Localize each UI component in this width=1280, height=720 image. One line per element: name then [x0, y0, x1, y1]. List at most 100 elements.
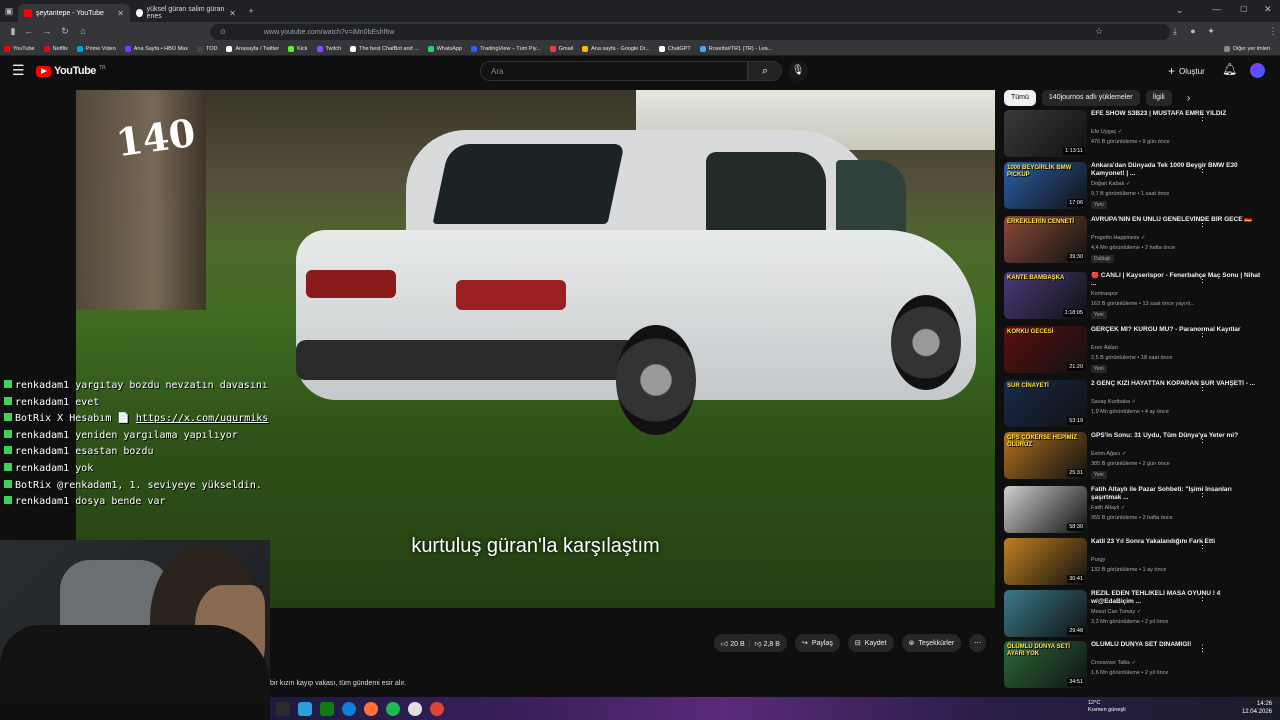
close-tab-icon[interactable]: ✕ — [117, 9, 124, 18]
bookmark-twitter[interactable]: Anasayfa / Twitter — [226, 45, 279, 52]
bookmark-rosetta[interactable]: Rosetta#TR1 (TR) - Lea... — [699, 45, 772, 52]
more-options-icon[interactable]: ⋮ — [1198, 643, 1207, 654]
bookmark-hbo[interactable]: Ana Sayfa • HBO Max — [124, 45, 188, 52]
more-options-icon[interactable]: ⋮ — [1198, 592, 1207, 603]
video-thumbnail[interactable]: KORKU GECESİ 21:20 — [1004, 326, 1087, 373]
obs-icon[interactable] — [408, 701, 422, 716]
more-options-icon[interactable]: ⋮ — [1198, 434, 1207, 445]
start-icon[interactable] — [276, 701, 290, 716]
more-options-icon[interactable]: ⋮ — [1198, 382, 1207, 393]
more-options-icon[interactable]: ⋮ — [1198, 328, 1207, 339]
channel-name[interactable]: Fatih Altaylı ✓ — [1091, 505, 1126, 511]
video-description[interactable]: bir kızın kayıp vakası, tüm gündemi esir… — [270, 680, 406, 687]
tab-search-chevron-icon[interactable]: ⌄ — [1176, 5, 1184, 16]
channel-name[interactable]: Eren Aktan — [1091, 345, 1118, 351]
more-options-icon[interactable]: ⋮ — [1198, 112, 1207, 123]
channel-name[interactable]: Evrim Ağacı ✓ — [1091, 451, 1126, 457]
video-title[interactable]: EFE SHOW S3B23 | MUSTAFA EMRE YILDIZ — [1091, 110, 1261, 118]
video-thumbnail[interactable]: 1000 BEYGİRLİK BMW PICKUP 17:06 — [1004, 162, 1087, 209]
bookmark-tradingview[interactable]: TradingView – Tüm Piy... — [471, 45, 541, 52]
address-bar[interactable]: ⊙ www.youtube.com/watch?v=iMn0bEshf6w — [210, 24, 1170, 40]
recommendation-item[interactable]: KANTE BAMBAŞKA 1:18:05 🔴 CANLI | Kayserisp… — [1004, 272, 1274, 322]
recommendation-item[interactable]: KORKU GECESİ 21:20 GERÇEK Mİ? KURGU MU? - … — [1004, 326, 1274, 376]
hamburger-menu-icon[interactable]: ☰ — [12, 62, 25, 79]
bookmark-youtube[interactable]: YouTube — [4, 45, 35, 52]
tab-youtube[interactable]: şeytantepe - YouTube ✕ — [18, 4, 130, 22]
video-thumbnail[interactable]: 1:13:11 — [1004, 110, 1087, 157]
channel-name[interactable]: Mesut Can Tomay ✓ — [1091, 609, 1141, 615]
bookmark-prime[interactable]: Prime Video — [76, 45, 116, 52]
chevron-right-icon[interactable]: › — [1187, 93, 1190, 104]
create-button[interactable]: + Oluştur — [1168, 64, 1205, 78]
voice-search-button[interactable]: 🎙 — [788, 61, 808, 81]
bookmark-drive[interactable]: Ana sayfa - Google Dr... — [582, 45, 650, 52]
video-title[interactable]: GPS'in Sonu: 31 Uydu, Tüm Dünya'ya Yeter… — [1091, 432, 1261, 440]
channel-name[interactable]: Efe Uygaç ✓ — [1091, 129, 1123, 135]
bookmark-star-icon[interactable]: ☆ — [1090, 26, 1108, 37]
recommendation-item[interactable]: GPS ÇÖKERSE HEPİMİZ ÖLÜRÜZ 25:31 GPS'in So… — [1004, 432, 1274, 482]
chip-all[interactable]: Tümü — [1004, 90, 1036, 106]
channel-name[interactable]: Savaş Kurtbaba ✓ — [1091, 399, 1136, 405]
more-options-icon[interactable]: ⋮ — [1198, 540, 1207, 551]
bookmark-chatgpt[interactable]: ChatGPT — [658, 45, 691, 52]
forward-icon[interactable]: → — [38, 26, 56, 36]
channel-name[interactable]: Purgy — [1091, 557, 1105, 563]
video-thumbnail[interactable]: 58:30 — [1004, 486, 1087, 533]
video-thumbnail[interactable]: ÖLÜMLÜ DÜNYA SETİ AYARI YOK 34:51 — [1004, 641, 1087, 688]
recommendation-item[interactable]: 29:48 REZİL EDEN TEHLİKELİ MASA OYUNU ! 4… — [1004, 590, 1274, 640]
new-tab-button[interactable]: + — [242, 6, 260, 16]
share-button[interactable]: ↪ Paylaş — [794, 634, 840, 652]
edge-icon[interactable] — [342, 701, 356, 716]
avatar[interactable] — [1250, 63, 1265, 78]
xbox-icon[interactable] — [320, 701, 334, 716]
video-title[interactable]: AVRUPA'NIN EN ÜNLÜ GENELEVİNDE BİR GECE … — [1091, 216, 1261, 224]
more-options-icon[interactable]: ⋮ — [1198, 218, 1207, 229]
bookmark-chatbot[interactable]: The best ChatBot and ... — [350, 45, 419, 52]
tab-search[interactable]: yüksel güran salim güran enes ✕ — [130, 4, 242, 22]
channel-name[interactable]: Doğan Kabak ✓ — [1091, 181, 1130, 187]
video-title[interactable]: Ankara'dan Dünyada Tek 1000 Beygir BMW E… — [1091, 162, 1261, 178]
video-title[interactable]: ÖLÜMLÜ DÜNYA SET DİNAMİĞİ! — [1091, 641, 1261, 649]
bookmark-tod[interactable]: TOD — [196, 45, 217, 52]
video-title[interactable]: Fatih Altaylı ile Pazar Sohbeti: "İşimi … — [1091, 486, 1261, 502]
video-title[interactable]: Katil 23 Yıl Sonra Yakalandığını Fark Et… — [1091, 538, 1261, 546]
dislike-button[interactable]: 👎︎ 2,8 B — [755, 639, 780, 648]
channel-name[interactable]: Progetto Happiness ✓ — [1091, 235, 1145, 241]
home-icon[interactable]: ⌂ — [74, 26, 92, 36]
site-info-icon[interactable]: ⊙ — [220, 28, 226, 36]
video-thumbnail[interactable]: SUR CİNAYETİ 53:19 — [1004, 380, 1087, 427]
bookmark-whatsapp[interactable]: WhatsApp — [427, 45, 462, 52]
search-input[interactable]: Ara — [480, 61, 748, 81]
bookmark-netflix[interactable]: Netflix — [43, 45, 68, 52]
video-thumbnail[interactable]: 30:41 — [1004, 538, 1087, 585]
download-icon[interactable]: ⤓ — [1166, 26, 1184, 37]
tab-menu-icon[interactable]: ▣ — [0, 6, 18, 17]
video-player[interactable]: 140 kurtuluş güran'la karşılaştım — [76, 90, 995, 608]
chip-channel-uploads[interactable]: 140journos adlı yüklemeler — [1041, 90, 1140, 106]
maximize-icon[interactable]: ▢ — [1240, 4, 1248, 13]
like-button[interactable]: 👍︎ 20 B — [721, 639, 745, 648]
video-thumbnail[interactable]: 29:48 — [1004, 590, 1087, 637]
channel-name[interactable]: Kontraspor — [1091, 291, 1118, 297]
more-actions-button[interactable]: ⋯ — [969, 634, 987, 652]
youtube-logo[interactable]: YouTube TR — [36, 65, 106, 77]
search-button[interactable]: ⌕ — [748, 61, 782, 81]
more-options-icon[interactable]: ⋮ — [1198, 274, 1207, 285]
more-options-icon[interactable]: ⋮ — [1198, 164, 1207, 175]
minimize-icon[interactable]: — — [1212, 4, 1221, 14]
system-clock[interactable]: 14:26 12.04.2026 — [1242, 700, 1272, 716]
recommendation-item[interactable]: 30:41 Katil 23 Yıl Sonra Yakalandığını Fa… — [1004, 538, 1274, 588]
recommendation-item[interactable]: ERKEKLERİN CENNETİ 39:30 AVRUPA'NIN EN ÜNL… — [1004, 216, 1274, 266]
recommendation-item[interactable]: 58:30 Fatih Altaylı ile Pazar Sohbeti: "İ… — [1004, 486, 1274, 536]
recommendation-item[interactable]: SUR CİNAYETİ 53:19 2 GENÇ KIZI HAYATTAN KO… — [1004, 380, 1274, 430]
bookmark-kick[interactable]: Kick — [288, 45, 308, 52]
close-tab-icon[interactable]: ✕ — [229, 9, 236, 18]
recommendation-item[interactable]: ÖLÜMLÜ DÜNYA SETİ AYARI YOK 34:51 ÖLÜMLÜ D… — [1004, 641, 1274, 691]
video-thumbnail[interactable]: KANTE BAMBAŞKA 1:18:05 — [1004, 272, 1087, 319]
chrome-icon[interactable] — [430, 701, 444, 716]
save-button[interactable]: ⊟ Kaydet — [847, 634, 894, 652]
chip-related[interactable]: İlgili — [1145, 90, 1172, 106]
recommendation-item[interactable]: 1:13:11 EFE SHOW S3B23 | MUSTAFA EMRE YIL… — [1004, 110, 1274, 160]
bookmark-gmail[interactable]: Gmail — [549, 45, 573, 52]
video-title[interactable]: REZİL EDEN TEHLİKELİ MASA OYUNU ! 4 w/@E… — [1091, 590, 1261, 606]
